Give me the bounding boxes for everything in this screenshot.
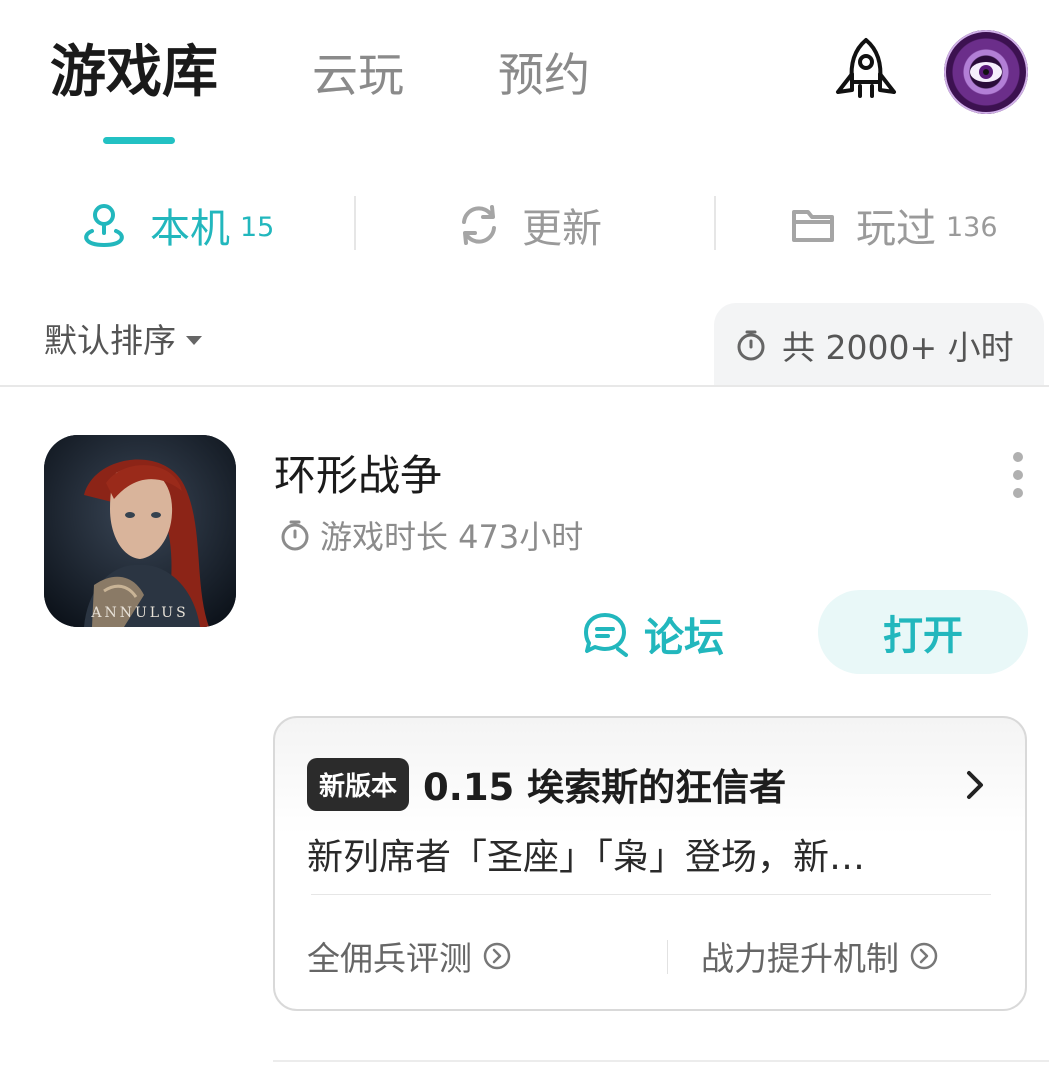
top-tab-bar: 游戏库 云玩 预约 [0,0,1049,160]
folder-icon [792,210,834,242]
tab-reservations[interactable]: 预约 [498,40,590,110]
timer-icon [281,520,309,551]
sort-label: 默认排序 [44,321,176,360]
news-separator [311,894,991,895]
segment-played-label: 玩过 [856,206,936,252]
chevron-right-icon [967,771,983,799]
list-divider [273,1060,1049,1062]
new-version-badge: 新版本 [307,757,410,811]
game-playtime: 游戏时长 473小时 [278,512,583,558]
segment-divider [354,196,356,250]
game-cover-image[interactable]: ANNULUS [44,435,236,627]
total-playtime-label: 共 2000+ 小时 [782,328,1014,367]
segment-local-count: 15 [240,211,275,243]
location-pin-icon [84,204,124,248]
news-title: 0.15 埃索斯的狂信者 [423,766,787,809]
segment-played[interactable]: 玩过 136 [790,190,998,260]
news-description[interactable]: 新列席者「圣座」「枭」登场，新… [307,828,997,880]
cover-logo-text: ANNULUS [90,605,188,621]
tab-cloud-play[interactable]: 云玩 [312,40,404,110]
news-link-divider [667,940,668,974]
avatar[interactable] [944,30,1028,114]
game-title[interactable]: 环形战争 [274,442,442,503]
forum-label: 论坛 [644,615,724,661]
news-link-power-mechanics[interactable]: 战力提升机制 [701,932,939,980]
news-link-label: 全佣兵评测 [307,939,472,978]
more-options-icon[interactable] [1006,452,1030,498]
segment-divider [714,196,716,250]
open-game-button[interactable]: 打开 [818,590,1028,674]
circle-chevron-right-icon [483,942,511,970]
total-playtime-pill: 共 2000+ 小时 [714,303,1044,387]
playtime-label: 游戏时长 473小时 [320,518,584,556]
timer-icon [737,330,765,361]
segment-played-count: 136 [946,211,998,243]
segment-updates-label: 更新 [522,206,602,252]
caret-down-icon [186,335,202,345]
segment-updates[interactable]: 更新 [456,190,602,260]
active-tab-indicator [103,137,175,144]
segment-local-label: 本机 [150,206,230,252]
circle-chevron-right-icon [910,942,938,970]
section-divider [0,385,1049,387]
chat-bubble-icon [584,613,628,657]
refresh-icon [462,205,496,245]
tab-game-library[interactable]: 游戏库 [50,38,218,108]
rocket-icon[interactable] [828,34,904,110]
news-card: 新版本 0.15 埃索斯的狂信者 新列席者「圣座」「枭」登场，新… 全佣兵评测 … [273,716,1027,1011]
sort-dropdown[interactable]: 默认排序 [44,314,202,362]
segment-local[interactable]: 本机 15 [78,190,274,260]
news-link-mercenary-review[interactable]: 全佣兵评测 [307,932,512,980]
news-header[interactable]: 新版本 0.15 埃索斯的狂信者 [307,754,997,814]
forum-button[interactable]: 论坛 [580,602,724,666]
news-link-label: 战力提升机制 [701,939,899,978]
